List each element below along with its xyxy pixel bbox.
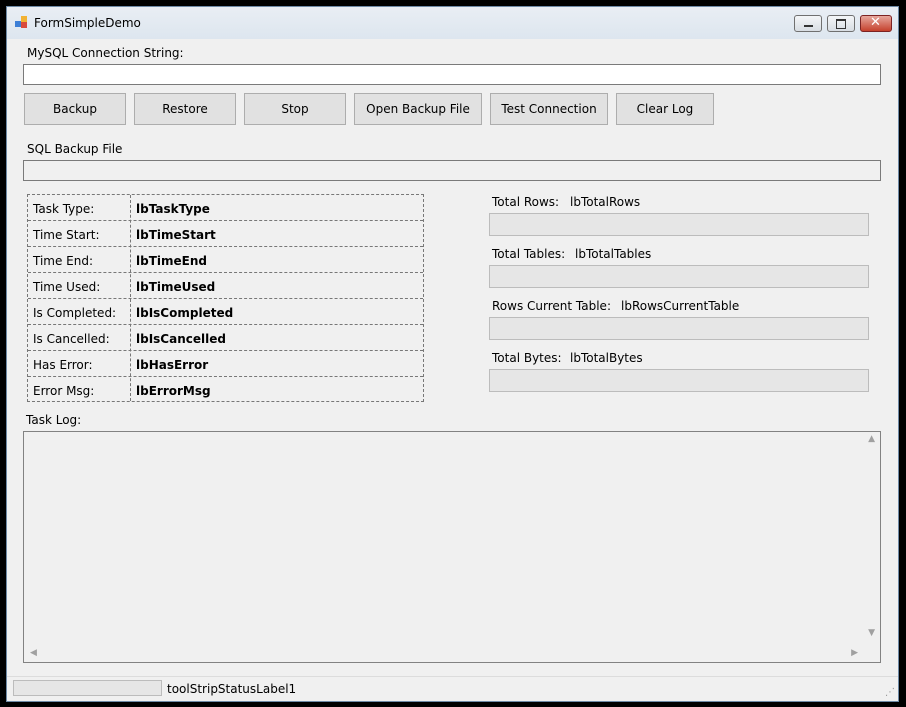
connection-string-input[interactable] — [23, 64, 881, 85]
scroll-left-icon[interactable]: ◀ — [30, 648, 37, 658]
minimize-icon — [804, 25, 813, 27]
maximize-icon — [836, 19, 846, 29]
is-completed-label: Is Completed: — [33, 306, 117, 320]
error-msg-value: lbErrorMsg — [136, 384, 211, 398]
resize-grip-icon[interactable]: ⋰ — [885, 687, 895, 698]
total-tables-value: lbTotalTables — [575, 247, 652, 261]
stop-button[interactable]: Stop — [244, 93, 346, 125]
time-start-value: lbTimeStart — [136, 228, 216, 242]
restore-button[interactable]: Restore — [134, 93, 236, 125]
task-type-label: Task Type: — [33, 202, 95, 216]
test-connection-button[interactable]: Test Connection — [490, 93, 608, 125]
time-end-value: lbTimeEnd — [136, 254, 207, 268]
title-bar[interactable]: FormSimpleDemo ✕ — [7, 7, 898, 39]
maximize-button[interactable] — [827, 15, 855, 32]
error-msg-label: Error Msg: — [33, 384, 95, 398]
task-type-value: lbTaskType — [136, 202, 210, 216]
rows-current-table-label: Rows Current Table: — [492, 299, 611, 313]
window-title: FormSimpleDemo — [34, 16, 141, 30]
is-cancelled-label: Is Cancelled: — [33, 332, 110, 346]
scroll-up-icon[interactable]: ▲ — [868, 434, 875, 444]
total-tables-label: Total Tables: — [492, 247, 566, 261]
scroll-down-icon[interactable]: ▼ — [868, 628, 875, 638]
total-rows-value: lbTotalRows — [570, 195, 641, 209]
total-bytes-value: lbTotalBytes — [570, 351, 643, 365]
status-progress-bar — [13, 680, 162, 696]
time-start-label: Time Start: — [33, 228, 100, 242]
task-log-textarea[interactable]: ▲ ▼ ◀ ▶ — [23, 431, 881, 663]
backup-file-field[interactable] — [23, 160, 881, 181]
rows-current-table-value: lbRowsCurrentTable — [621, 299, 740, 313]
time-used-value: lbTimeUsed — [136, 280, 216, 294]
time-used-label: Time Used: — [33, 280, 101, 294]
clear-log-button[interactable]: Clear Log — [616, 93, 714, 125]
close-button[interactable]: ✕ — [860, 15, 892, 32]
total-tables-progress-bar — [489, 265, 869, 288]
scroll-right-icon[interactable]: ▶ — [851, 648, 858, 658]
time-end-label: Time End: — [33, 254, 94, 268]
is-completed-value: lbIsCompleted — [136, 306, 234, 320]
total-bytes-label: Total Bytes: — [492, 351, 562, 365]
total-rows-progress-bar — [489, 213, 869, 236]
connection-string-label: MySQL Connection String: — [27, 46, 184, 60]
form-window: FormSimpleDemo ✕ MySQL Connection String… — [6, 6, 899, 702]
status-label: toolStripStatusLabel1 — [167, 682, 297, 696]
close-icon: ✕ — [870, 15, 881, 30]
task-info-table: Task Type: lbTaskType Time Start: lbTime… — [27, 194, 424, 402]
minimize-button[interactable] — [794, 15, 822, 32]
has-error-label: Has Error: — [33, 358, 93, 372]
status-strip: toolStripStatusLabel1 ⋰ — [7, 676, 898, 701]
total-rows-label: Total Rows: — [492, 195, 560, 209]
task-log-label: Task Log: — [26, 413, 82, 427]
has-error-value: lbHasError — [136, 358, 209, 372]
rows-current-table-progress-bar — [489, 317, 869, 340]
is-cancelled-value: lbIsCancelled — [136, 332, 226, 346]
backup-button[interactable]: Backup — [24, 93, 126, 125]
open-backup-file-button[interactable]: Open Backup File — [354, 93, 482, 125]
total-bytes-progress-bar — [489, 369, 869, 392]
backup-file-label: SQL Backup File — [27, 142, 123, 156]
app-icon — [15, 16, 28, 29]
